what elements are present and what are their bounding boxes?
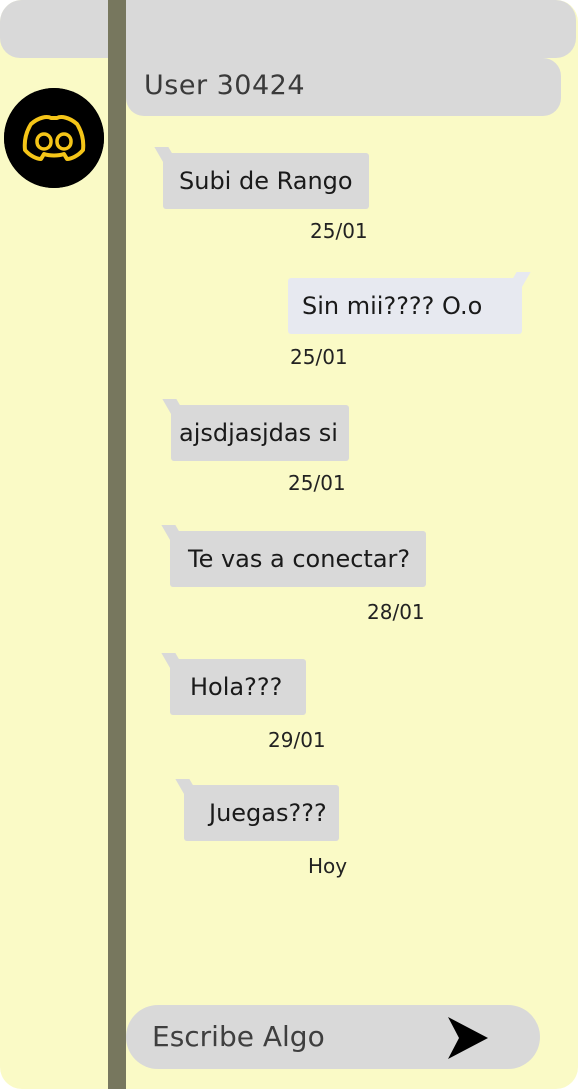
message-text: Juegas???: [209, 799, 327, 827]
message-text: Sin mii???? O.o: [302, 292, 483, 320]
message-timestamp: 29/01: [268, 728, 326, 752]
message-bubble[interactable]: Juegas???: [175, 779, 339, 841]
message-bubble[interactable]: Sin mii???? O.o: [288, 272, 531, 334]
contact-name: User 30424: [144, 70, 306, 101]
message-text: ajsdjasjdas si: [179, 419, 338, 447]
chat-window: User 30424 Subi de Rango 25/01 Sin mii??…: [0, 0, 578, 1089]
message-bubble[interactable]: Hola???: [161, 653, 306, 715]
bubble-tail: [507, 272, 531, 288]
bubble-tail: [175, 779, 199, 795]
message-timestamp: 25/01: [288, 471, 346, 495]
message-text: Hola???: [190, 673, 283, 701]
message-input-placeholder: Escribe Algo: [152, 1020, 325, 1053]
bubble-tail: [161, 525, 185, 541]
message-bubble[interactable]: ajsdjasjdas si: [162, 399, 349, 461]
message-timestamp: 25/01: [290, 345, 348, 369]
bubble-tail: [154, 147, 178, 163]
message-bubble[interactable]: Te vas a conectar?: [161, 525, 426, 587]
sidebar-divider: [108, 0, 126, 1089]
message-timestamp: 25/01: [310, 219, 368, 243]
message-text: Te vas a conectar?: [188, 545, 411, 573]
bubble-tail: [161, 653, 185, 669]
message-timestamp: Hoy: [308, 854, 348, 878]
discord-logo-icon[interactable]: [4, 88, 104, 188]
bubble-tail: [162, 399, 186, 415]
top-bar: [0, 0, 576, 58]
message-bubble[interactable]: Subi de Rango: [154, 147, 369, 209]
message-text: Subi de Rango: [179, 167, 353, 195]
send-arrow-icon[interactable]: [446, 1015, 490, 1061]
message-timestamp: 28/01: [367, 600, 425, 624]
